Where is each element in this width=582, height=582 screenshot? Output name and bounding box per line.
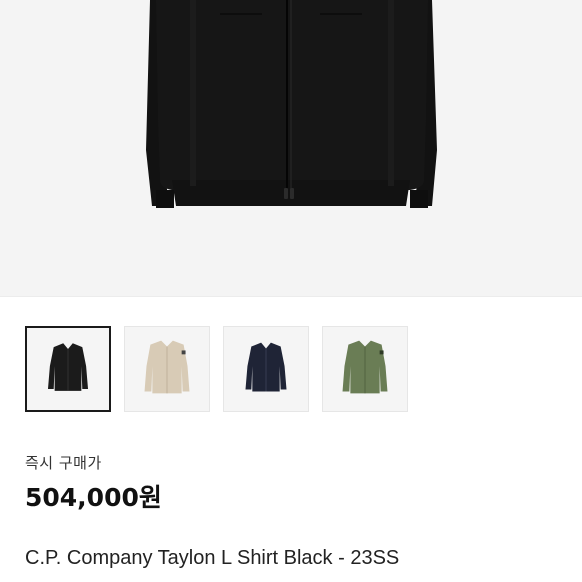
beige-jacket-thumbnail[interactable] — [124, 326, 210, 412]
black-jacket-thumbnail[interactable] — [25, 326, 111, 412]
navy-jacket-thumbnail[interactable] — [223, 326, 309, 412]
divider — [0, 296, 582, 297]
jacket-icon — [342, 340, 388, 394]
product-title: C.P. Company Taylon L Shirt Black - 23SS — [25, 547, 400, 569]
olive-jacket-thumbnail[interactable] — [322, 326, 408, 412]
price-label: 즉시 구매가 — [25, 454, 102, 472]
thumbnail-strip — [25, 326, 425, 414]
black-zip-shirt-jacket-image — [146, 0, 437, 208]
jacket-icon — [245, 342, 287, 392]
jacket-icon — [144, 340, 190, 394]
price-value: 504,000원 — [25, 483, 162, 512]
jacket-icon — [47, 343, 89, 391]
product-hero-image[interactable] — [0, 0, 582, 296]
